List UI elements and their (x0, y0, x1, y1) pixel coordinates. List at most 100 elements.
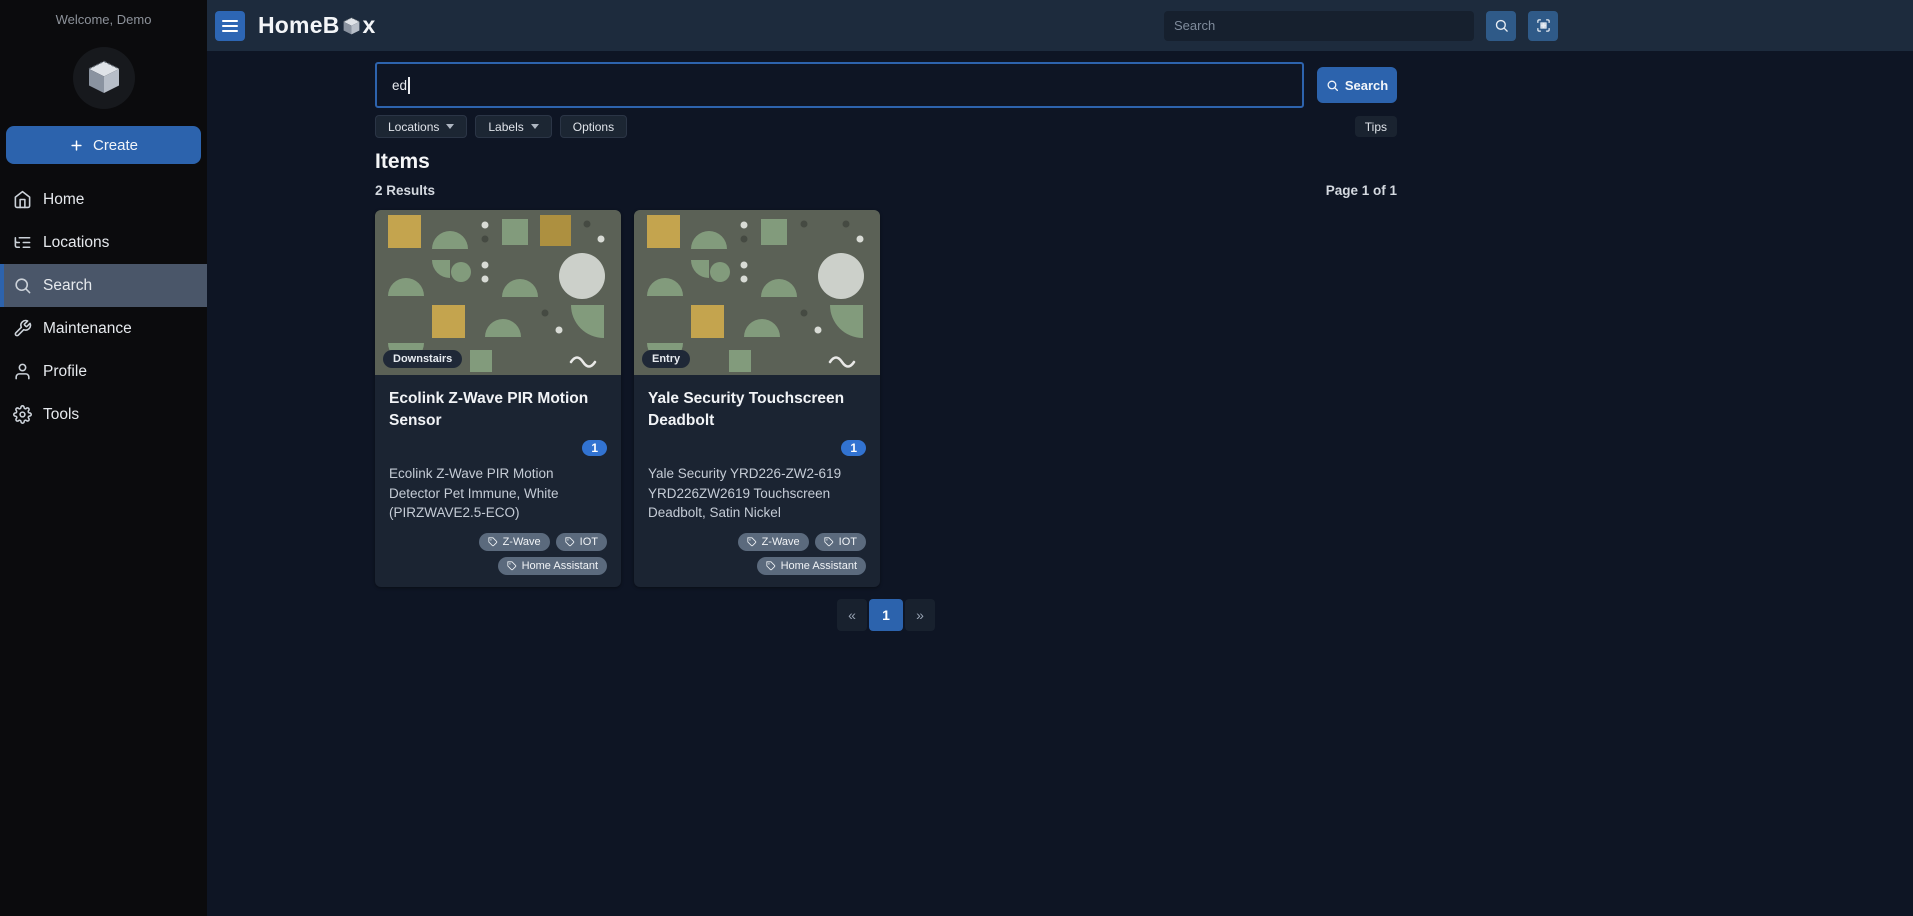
homebox-cube-icon (88, 60, 119, 93)
item-card[interactable]: Entry Yale Security Touchscreen Deadbolt… (634, 210, 880, 587)
label-chip-text: Z-Wave (761, 535, 800, 548)
options-filter-label: Options (572, 119, 615, 134)
sidebar-item-tools[interactable]: Tools (0, 393, 207, 436)
search-icon (15, 278, 31, 294)
sidebar-nav: Home Locations Search Maintenance Profil… (0, 178, 207, 436)
item-title[interactable]: Ecolink Z-Wave PIR Motion Sensor (389, 388, 607, 433)
label-chip[interactable]: IOT (555, 532, 607, 551)
sidebar-item-locations[interactable]: Locations (0, 221, 207, 264)
search-query-input[interactable]: ed (375, 62, 1304, 108)
sidebar-item-label: Locations (43, 233, 110, 251)
menu-button[interactable] (215, 10, 245, 41)
sidebar-item-label: Maintenance (43, 319, 132, 337)
tag-icon (487, 537, 497, 546)
sidebar-item-profile[interactable]: Profile (0, 350, 207, 393)
search-submit-button[interactable]: Search (1317, 67, 1397, 103)
locations-filter-label: Locations (388, 119, 440, 134)
pagination-next-button[interactable]: » (905, 598, 935, 631)
item-thumbnail: Entry (634, 210, 880, 375)
pagination-prev-button[interactable]: « (837, 598, 867, 631)
text-caret (408, 76, 410, 94)
create-button-label: Create (92, 136, 139, 154)
page-indicator: Page 1 of 1 (1325, 183, 1397, 198)
item-labels: Z-Wave IOT Home Assistant (648, 523, 866, 575)
tag-icon (765, 561, 775, 570)
topbar-search-input[interactable] (1164, 10, 1474, 41)
sidebar-logo[interactable] (72, 47, 135, 109)
sidebar-item-search[interactable]: Search (0, 264, 207, 307)
qr-scan-button[interactable] (1528, 10, 1558, 41)
search-row: ed Search (375, 62, 1397, 108)
results-row: 2 Results Page 1 of 1 (375, 183, 1397, 198)
app-root: Welcome, Demo Create Home Locations Sear… (0, 0, 1913, 916)
labels-filter-label: Labels (488, 119, 524, 134)
location-badge[interactable]: Entry (642, 350, 691, 368)
pagination: « 1 » (375, 598, 1397, 631)
sidebar-item-label: Tools (43, 405, 80, 423)
create-button[interactable]: Create (6, 126, 201, 164)
brand-text-post: x (362, 12, 376, 38)
sidebar-item-label: Search (43, 276, 93, 294)
plus-icon (71, 139, 82, 151)
top-bar: HomeB x (207, 0, 1913, 51)
filter-row: Locations Labels Options Tips (375, 115, 1397, 138)
sidebar-item-maintenance[interactable]: Maintenance (0, 307, 207, 350)
label-chip-text: IOT (838, 535, 857, 548)
quantity-badge: 1 (582, 439, 607, 456)
sidebar-item-home[interactable]: Home (0, 178, 207, 221)
labels-filter-button[interactable]: Labels (475, 115, 552, 138)
pagination-page-1-button[interactable]: 1 (869, 598, 903, 631)
tips-button[interactable]: Tips (1354, 116, 1397, 137)
label-chip-text: Z-Wave (502, 535, 541, 548)
welcome-text: Welcome, Demo (55, 12, 152, 27)
main-content: ed Search Locations Labels Options Tips … (207, 51, 1913, 916)
item-description: Ecolink Z-Wave PIR Motion Detector Pet I… (389, 465, 559, 521)
label-chip[interactable]: Home Assistant (756, 556, 866, 575)
quantity-row: 1 (389, 439, 607, 456)
tag-icon (565, 537, 574, 546)
label-chip[interactable]: Home Assistant (497, 556, 607, 575)
topbar-search-button[interactable] (1486, 10, 1516, 41)
tag-icon (746, 537, 756, 546)
item-cards-grid: Downstairs Ecolink Z-Wave PIR Motion Sen… (375, 210, 1913, 587)
sidebar-item-label: Home (43, 190, 85, 208)
quantity-badge: 1 (841, 439, 866, 456)
label-chip[interactable]: Z-Wave (737, 532, 809, 551)
sidebar-item-label: Profile (43, 362, 87, 380)
location-badge[interactable]: Downstairs (383, 350, 463, 368)
brand-text-pre: HomeB (258, 12, 340, 38)
locations-filter-button[interactable]: Locations (375, 115, 468, 138)
label-chip[interactable]: IOT (814, 532, 866, 551)
tree-list-icon (14, 236, 31, 249)
tag-icon (506, 561, 516, 570)
items-heading: Items (375, 150, 430, 173)
results-count: 2 Results (375, 183, 436, 198)
item-card[interactable]: Downstairs Ecolink Z-Wave PIR Motion Sen… (375, 210, 621, 587)
sidebar: Welcome, Demo Create Home Locations Sear… (0, 0, 207, 916)
search-submit-label: Search (1344, 77, 1389, 93)
homebox-logo-icon (342, 17, 360, 35)
home-icon (14, 190, 31, 209)
search-icon (1327, 80, 1338, 91)
item-card-body: Ecolink Z-Wave PIR Motion Sensor 1 Ecoli… (375, 375, 621, 587)
item-card-body: Yale Security Touchscreen Deadbolt 1 Yal… (634, 375, 880, 587)
chevron-down-icon (446, 124, 455, 129)
label-chip-text: IOT (579, 535, 598, 548)
item-thumbnail: Downstairs (375, 210, 621, 375)
wrench-icon (14, 319, 32, 337)
gear-icon (13, 405, 32, 424)
label-chip[interactable]: Z-Wave (478, 532, 550, 551)
qr-scan-icon (1536, 19, 1550, 32)
app-title[interactable]: HomeB x (258, 12, 376, 39)
person-icon (15, 363, 30, 380)
label-chip-text: Home Assistant (521, 559, 598, 572)
item-labels: Z-Wave IOT Home Assistant (389, 523, 607, 575)
search-icon (1495, 19, 1508, 32)
chevron-down-icon (530, 124, 539, 129)
item-description: Yale Security YRD226-ZW2-619 YRD226ZW261… (648, 465, 842, 521)
quantity-row: 1 (648, 439, 866, 456)
item-title[interactable]: Yale Security Touchscreen Deadbolt (648, 388, 866, 433)
options-filter-button[interactable]: Options (559, 115, 628, 138)
label-chip-text: Home Assistant (780, 559, 857, 572)
tag-icon (824, 537, 833, 546)
